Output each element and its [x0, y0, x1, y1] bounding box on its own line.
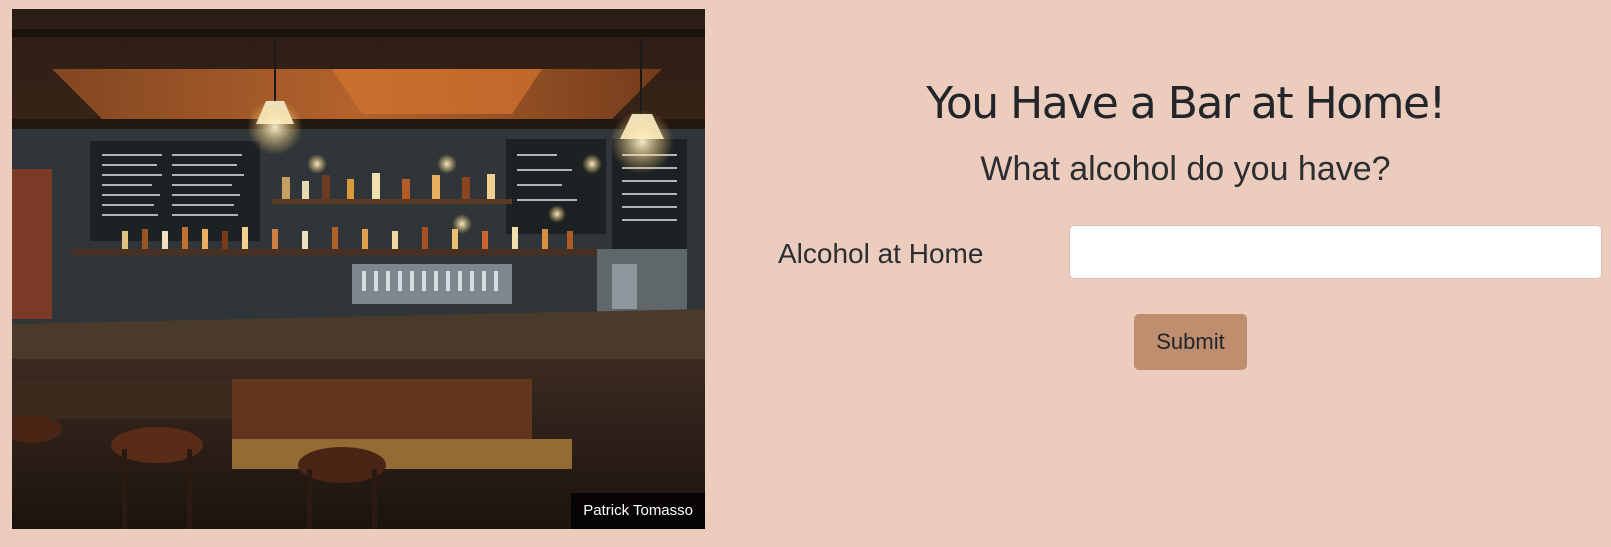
submit-button[interactable]: Submit	[1134, 314, 1247, 370]
main-content: You Have a Bar at Home! What alcohol do …	[760, 0, 1611, 547]
page-title: You Have a Bar at Home!	[926, 78, 1446, 129]
alcohol-input[interactable]	[1069, 225, 1602, 279]
alcohol-field-label: Alcohol at Home	[778, 238, 984, 269]
page-subtitle: What alcohol do you have?	[980, 150, 1391, 188]
photo-credit: Patrick Tomasso	[571, 493, 705, 529]
bar-photo	[12, 9, 705, 529]
page: Patrick Tomasso You Have a Bar at Home! …	[0, 0, 1611, 547]
hero-image: Patrick Tomasso	[12, 9, 705, 529]
